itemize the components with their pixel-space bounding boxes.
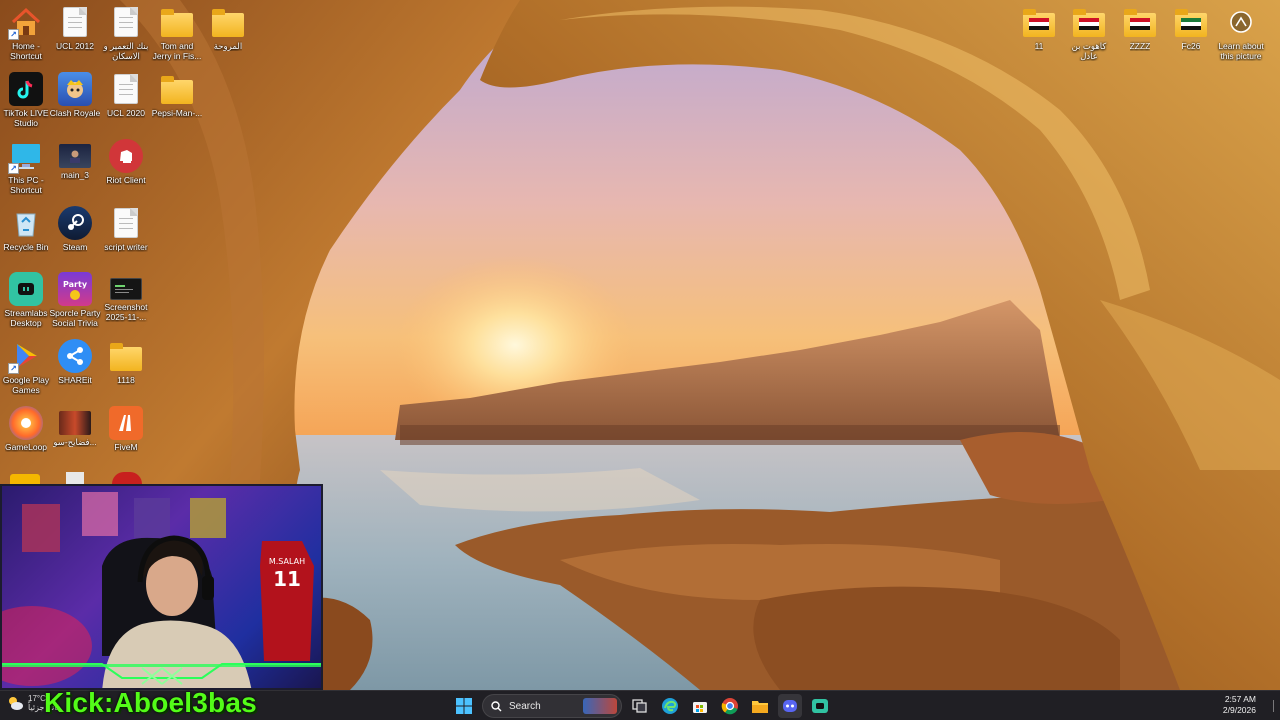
chrome-icon [721, 698, 738, 715]
show-desktop-button[interactable] [1264, 700, 1274, 712]
start-button[interactable] [452, 694, 476, 718]
desktop-icon-shareit[interactable]: SHAREit [49, 339, 101, 385]
search-placeholder: Search [509, 700, 541, 712]
desktop-icon-google-play-games[interactable]: ↗ Google Play Games [0, 339, 52, 395]
streamlabs-icon [812, 699, 828, 713]
system-clock[interactable]: 2:57 AM 2/9/2026 [1223, 694, 1256, 716]
partially-hidden-icon [10, 474, 40, 484]
taskbar-search-box[interactable]: Search [482, 694, 622, 718]
desktop-icon-riot-client[interactable]: Riot Client [100, 139, 152, 185]
taskbar-file-explorer[interactable] [748, 694, 772, 718]
clash-royale-icon [58, 72, 92, 106]
partially-hidden-icon [112, 472, 142, 484]
desktop-icon-screenshot[interactable]: Screenshot 2025-11-... [100, 272, 152, 322]
desktop-icon-ucl-2020[interactable]: UCL 2020 [100, 72, 152, 118]
desktop-icon-folder-1118[interactable]: 1118 [100, 339, 152, 385]
desktop-icon-zzzz-folder[interactable]: ZZZZ [1114, 5, 1166, 51]
svg-text:Party: Party [63, 280, 88, 289]
folder-flag-icon [1022, 5, 1056, 39]
camera-info-icon [1224, 5, 1258, 39]
taskbar-store[interactable] [688, 694, 712, 718]
desktop-icon-scandals-video[interactable]: فضايح-سو... [49, 406, 101, 447]
edge-icon [662, 698, 678, 714]
folder-flag-icon [1072, 5, 1106, 39]
desktop-icon-ucl-2012[interactable]: UCL 2012 [49, 5, 101, 51]
desktop-icon-tom-and-jerry[interactable]: Tom and Jerry in Fis... [151, 5, 203, 61]
desktop-icon-tiktok-live-studio[interactable]: TikTok LIVE Studio [0, 72, 52, 128]
weather-cloud-icon [9, 697, 23, 710]
fivem-icon [109, 406, 143, 440]
search-icon [491, 700, 502, 711]
desktop-icon-fivem[interactable]: FiveM [100, 406, 152, 452]
desktop-icon-main-3[interactable]: main_3 [49, 139, 101, 180]
windows-logo-icon [456, 698, 472, 714]
desktop-icon-gameloop[interactable]: GameLoop [0, 406, 52, 452]
desktop-icon-fc26-folder[interactable]: Fc26 [1165, 5, 1217, 51]
discord-icon [783, 700, 797, 712]
desktop-icon-fan-folder[interactable]: المروحة [202, 5, 254, 51]
webcam-frame-decoration [2, 660, 321, 688]
webcam-overlay: M.SALAH 11 [0, 484, 323, 690]
jersey-number: 11 [273, 567, 301, 591]
desktop-icon-bank-doc[interactable]: بنك التعمير و الاسكان [100, 5, 152, 61]
video-thumbnail-icon [59, 411, 91, 435]
taskbar-center: Search [452, 694, 832, 718]
sporcle-icon: Party [58, 272, 92, 306]
document-icon [109, 72, 143, 106]
video-thumbnail-icon [59, 144, 91, 168]
recycle-bin-icon [9, 206, 43, 240]
desktop-icon-kahoot-folder[interactable]: كاهوت بن عادل [1063, 5, 1115, 61]
gameloop-icon [9, 406, 43, 440]
folder-flag-icon [1123, 5, 1157, 39]
desktop-icon-clash-royale[interactable]: Clash Royale [49, 72, 101, 118]
google-play-icon: ↗ [8, 339, 43, 374]
task-view-button[interactable] [628, 694, 652, 718]
taskbar-edge[interactable] [658, 694, 682, 718]
folder-icon [160, 72, 194, 106]
desktop-icon-home-shortcut[interactable]: ↗ Home - Shortcut [0, 5, 52, 61]
desktop-icon-pepsi-man[interactable]: Pepsi-Man-... [151, 72, 203, 118]
desktop-icon-learn-about-picture[interactable]: Learn about this picture [1215, 5, 1267, 61]
document-icon [109, 206, 143, 240]
folder-icon [160, 5, 194, 39]
kick-channel-banner: Kick:Aboel3bas [44, 687, 257, 718]
desktop-icon-this-pc[interactable]: ↗ This PC - Shortcut [0, 139, 52, 195]
desktop-icon-script-writer[interactable]: script writer [100, 206, 152, 252]
partially-hidden-icon [66, 472, 84, 484]
taskbar-chrome[interactable] [718, 694, 742, 718]
file-explorer-icon [752, 701, 768, 713]
taskbar-streamlabs[interactable] [808, 694, 832, 718]
steam-icon [58, 206, 92, 240]
jersey-name: M.SALAH [269, 557, 305, 566]
taskbar-discord[interactable] [778, 694, 802, 718]
image-thumbnail-icon [110, 278, 142, 300]
tiktok-icon [9, 72, 43, 106]
riot-icon [109, 139, 143, 173]
clock-time: 2:57 AM [1224, 694, 1256, 704]
desktop-icon-sporcle-party[interactable]: Party Sporcle Party Social Trivia [49, 272, 101, 328]
document-icon [58, 5, 92, 39]
clock-date: 2/9/2026 [1222, 705, 1256, 715]
task-view-icon [632, 699, 647, 713]
home-icon: ↗ [8, 5, 43, 40]
store-icon [693, 702, 707, 713]
desktop-icon-folder-11[interactable]: 11 [1013, 5, 1065, 51]
desktop-icon-streamlabs[interactable]: Streamlabs Desktop [0, 272, 52, 328]
folder-icon [109, 339, 143, 373]
document-icon [109, 5, 143, 39]
streamlabs-icon [9, 272, 43, 306]
folder-flag-icon [1174, 5, 1208, 39]
monitor-icon: ↗ [8, 139, 43, 174]
folder-icon [211, 5, 245, 39]
search-highlight-image [583, 698, 617, 714]
desktop-icon-recycle-bin[interactable]: Recycle Bin [0, 206, 52, 252]
desktop-icon-steam[interactable]: Steam [49, 206, 101, 252]
shareit-icon [58, 339, 92, 373]
